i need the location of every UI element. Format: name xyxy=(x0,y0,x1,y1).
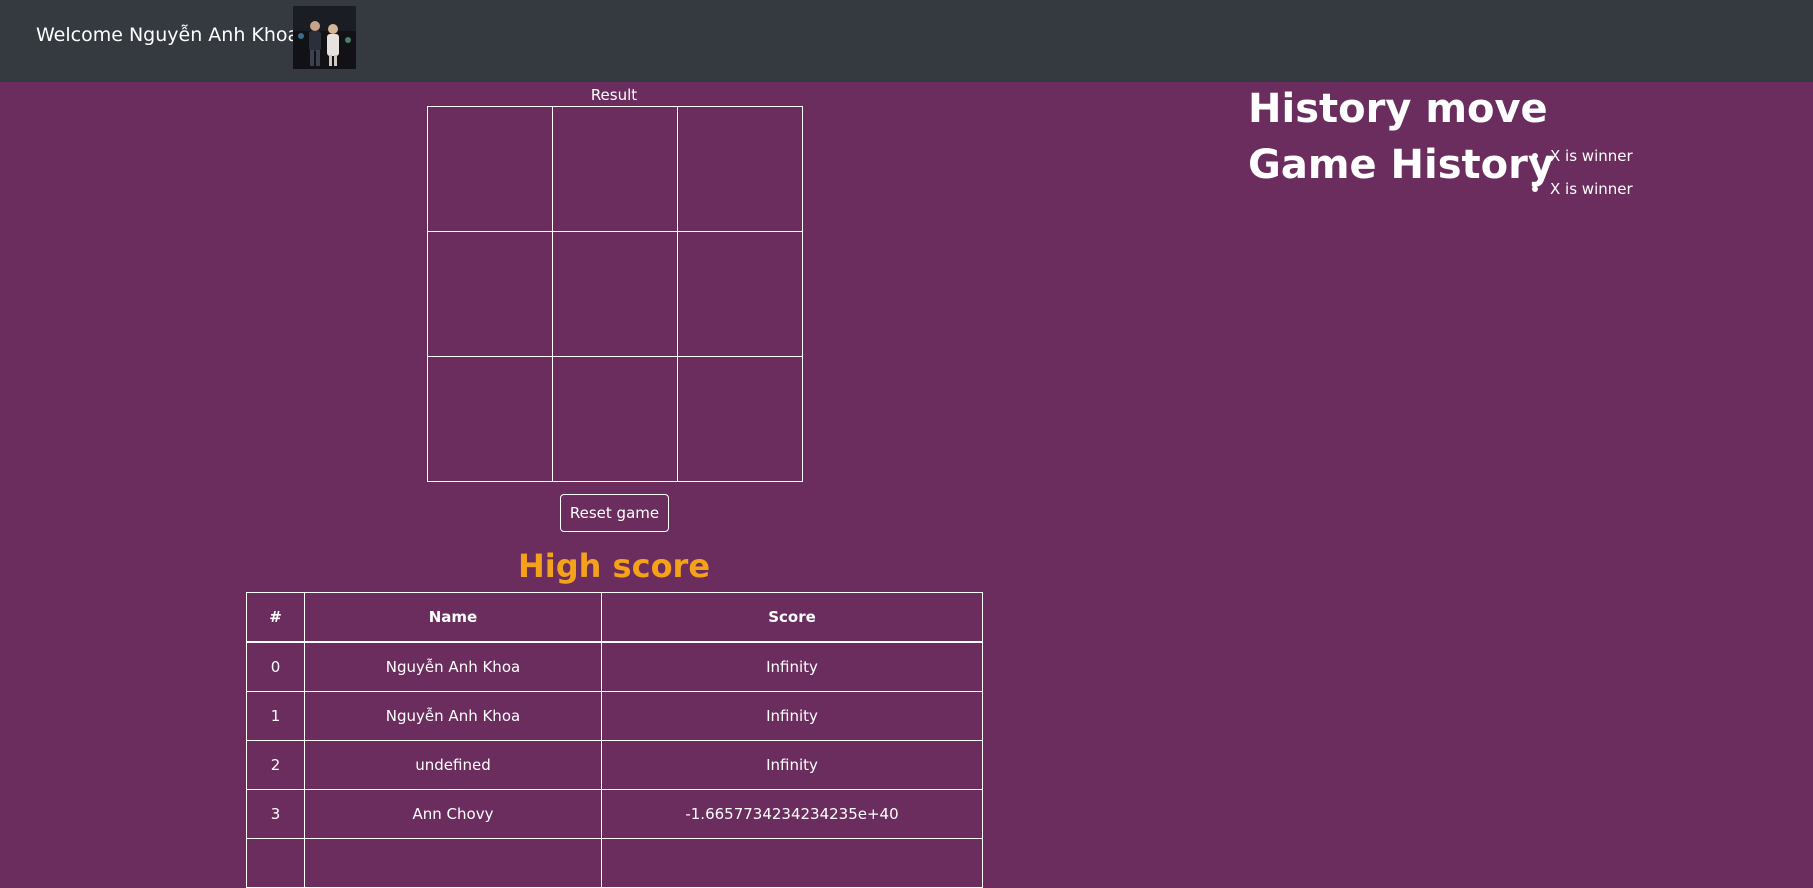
row-index: 2 xyxy=(246,740,305,790)
table-row: 2 undefined Infinity xyxy=(246,740,983,790)
row-name: undefined xyxy=(304,740,602,790)
row-score: -1.6657734234234235e+40 xyxy=(601,789,983,839)
board-cell[interactable] xyxy=(552,231,678,357)
result-label: Result xyxy=(590,86,638,104)
table-header-row: # Name Score xyxy=(246,592,983,643)
board-cell[interactable] xyxy=(677,106,803,232)
table-row: 1 Nguyễn Anh Khoa Infinity xyxy=(246,691,983,741)
high-score-title: High score xyxy=(517,547,711,585)
board-cell[interactable] xyxy=(677,356,803,482)
board-cell[interactable] xyxy=(677,231,803,357)
column-header-score: Score xyxy=(601,592,983,643)
board-cell[interactable] xyxy=(552,106,678,232)
row-index xyxy=(246,838,305,888)
row-score: Infinity xyxy=(601,740,983,790)
column-header-name: Name xyxy=(304,592,602,643)
navbar: Welcome Nguyễn Anh Khoa xyxy=(0,0,1813,82)
row-name: Nguyễn Anh Khoa xyxy=(304,641,602,692)
game-result-text: X is winner xyxy=(1550,147,1633,165)
board-cell[interactable] xyxy=(427,106,553,232)
game-history-title: Game History xyxy=(1248,142,1554,188)
welcome-text: Welcome Nguyễn Anh Khoa xyxy=(36,24,300,46)
table-row: 3 Ann Chovy -1.6657734234234235e+40 xyxy=(246,789,983,839)
game-result-text: X is winner xyxy=(1550,180,1633,198)
list-item: X is winner xyxy=(1510,179,1633,199)
table-row xyxy=(246,838,983,888)
column-header-index: # xyxy=(246,592,305,643)
row-index: 3 xyxy=(246,789,305,839)
row-index: 0 xyxy=(246,641,305,692)
avatar-photo-icon xyxy=(293,6,356,69)
row-index: 1 xyxy=(246,691,305,741)
table-row: 0 Nguyễn Anh Khoa Infinity xyxy=(246,641,983,692)
bullet-icon xyxy=(1532,153,1538,159)
bullet-icon xyxy=(1532,186,1538,192)
row-score: Infinity xyxy=(601,641,983,692)
row-score xyxy=(601,838,983,888)
high-score-table: # Name Score 0 Nguyễn Anh Khoa Infinity … xyxy=(246,592,983,888)
row-name xyxy=(304,838,602,888)
board-cell[interactable] xyxy=(427,231,553,357)
reset-game-button[interactable]: Reset game xyxy=(560,494,669,532)
row-name: Ann Chovy xyxy=(304,789,602,839)
row-score: Infinity xyxy=(601,691,983,741)
game-history-list: X is winner X is winner xyxy=(1510,146,1673,212)
user-avatar[interactable] xyxy=(293,6,356,69)
game-board xyxy=(427,106,803,482)
row-name: Nguyễn Anh Khoa xyxy=(304,691,602,741)
history-move-title: History move xyxy=(1248,86,1548,132)
board-cell[interactable] xyxy=(427,356,553,482)
board-cell[interactable] xyxy=(552,356,678,482)
list-item: X is winner xyxy=(1510,146,1633,166)
